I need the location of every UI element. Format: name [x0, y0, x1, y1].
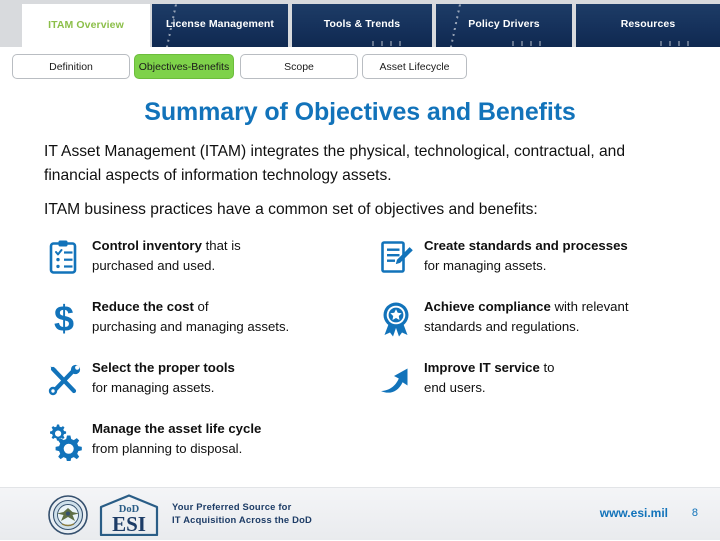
benefit-item-select-tools: Select the proper tools for managing ass…	[40, 358, 370, 413]
svg-text:ESI: ESI	[112, 512, 146, 536]
page-title: Summary of Objectives and Benefits	[144, 98, 576, 126]
subtab-label: Asset Lifecycle	[379, 60, 450, 73]
slide: ITAM Overview License Management Tools &…	[0, 0, 720, 540]
benefit-text: Reduce the cost of purchasing and managi…	[92, 294, 370, 337]
benefit-item-improve-service: Improve IT service to end users.	[372, 358, 702, 413]
tab-label: Resources	[620, 17, 676, 30]
benefits-column-left: Control inventory that is purchased and …	[40, 236, 370, 480]
award-ribbon-icon	[376, 299, 416, 339]
dotted-line-decoration	[372, 41, 406, 46]
benefit-rest: that is	[201, 238, 241, 253]
document-pencil-icon	[376, 238, 416, 278]
tab-license-management[interactable]: License Management	[152, 4, 288, 47]
benefit-line2: end users.	[424, 380, 486, 395]
tab-policy-drivers[interactable]: Policy Drivers	[436, 4, 572, 47]
tagline-line-1: Your Preferred Source for	[172, 501, 292, 512]
benefit-item-manage-lifecycle: Manage the asset life cycle from plannin…	[40, 419, 370, 474]
benefit-bold: Improve IT service	[424, 360, 540, 375]
benefit-rest: with relevant	[550, 299, 629, 314]
tab-label: Tools & Trends	[323, 17, 401, 30]
benefit-bold: Manage the asset life cycle	[92, 421, 262, 436]
benefit-bold: Reduce the cost	[92, 299, 194, 314]
intro-paragraph-1: IT Asset Management (ITAM) integrates th…	[44, 143, 626, 184]
subtab-objectives-benefits[interactable]: Objectives-Benefits	[134, 54, 234, 79]
tab-itam-overview[interactable]: ITAM Overview	[22, 4, 150, 47]
tagline-line-2: IT Acquisition Across the DoD	[172, 513, 313, 525]
website-link[interactable]: www.esi.mil	[600, 506, 668, 520]
benefit-text: Manage the asset life cycle from plannin…	[92, 416, 370, 459]
svg-text:$: $	[54, 299, 74, 339]
benefit-text: Improve IT service to end users.	[424, 355, 702, 398]
benefit-item-create-standards: Create standards and processes for manag…	[372, 236, 702, 291]
subtab-definition[interactable]: Definition	[12, 54, 130, 79]
dotted-line-decoration	[512, 41, 546, 46]
benefit-bold: Select the proper tools	[92, 360, 235, 375]
benefit-bold: Achieve compliance	[424, 299, 551, 314]
subtab-label: Definition	[49, 60, 93, 73]
intro-paragraph-2: ITAM business practices have a common se…	[44, 201, 538, 218]
intro-text: IT Asset Management (ITAM) integrates th…	[44, 140, 676, 232]
benefit-line2: for managing assets.	[92, 380, 215, 395]
clipboard-checklist-icon	[44, 238, 84, 278]
benefit-line2: from planning to disposal.	[92, 441, 243, 456]
sub-tab-row: Definition Objectives-Benefits Scope Ass…	[0, 47, 720, 86]
benefit-line2: purchasing and managing assets.	[92, 319, 290, 334]
gears-icon	[44, 421, 84, 462]
benefits-column-right: Create standards and processes for manag…	[372, 236, 702, 419]
tab-label: License Management	[166, 17, 274, 30]
benefit-bold: Create standards and processes	[424, 238, 628, 253]
subtab-asset-lifecycle[interactable]: Asset Lifecycle	[362, 54, 467, 79]
benefit-line2: for managing assets.	[424, 258, 547, 273]
benefit-text: Control inventory that is purchased and …	[92, 233, 370, 276]
curved-arrow-up-icon	[376, 360, 416, 400]
benefit-bold: Control inventory	[92, 238, 202, 253]
benefit-rest: to	[539, 360, 555, 375]
tab-resources[interactable]: Resources	[576, 4, 720, 47]
dollar-sign-icon: $	[44, 298, 84, 339]
benefit-text: Create standards and processes for manag…	[424, 233, 702, 276]
dod-seal-icon	[48, 495, 88, 535]
dotted-line-decoration	[447, 4, 463, 47]
benefit-item-reduce-cost: $ Reduce the cost of purchasing and mana…	[40, 297, 370, 352]
tab-label: ITAM Overview	[48, 18, 124, 31]
footer: DoD ESI Your Preferred Source for IT Acq…	[0, 487, 720, 540]
benefit-line2: standards and regulations.	[424, 319, 580, 334]
tab-label: Policy Drivers	[468, 17, 540, 30]
benefit-text: Select the proper tools for managing ass…	[92, 355, 370, 398]
page-number: 8	[691, 507, 698, 519]
benefit-item-control-inventory: Control inventory that is purchased and …	[40, 236, 370, 291]
footer-tagline: Your Preferred Source for IT Acquisition…	[172, 501, 312, 526]
tools-icon	[44, 360, 84, 400]
subtab-scope[interactable]: Scope	[240, 54, 358, 79]
benefit-rest: of	[193, 299, 209, 314]
top-tab-strip: ITAM Overview License Management Tools &…	[0, 0, 720, 47]
dotted-line-decoration	[660, 41, 694, 46]
dod-esi-logo: DoD ESI	[98, 494, 160, 537]
subtab-label: Objectives-Benefits	[138, 60, 230, 73]
benefit-line2: purchased and used.	[92, 258, 216, 273]
tab-tools-trends[interactable]: Tools & Trends	[292, 4, 432, 47]
benefit-item-achieve-compliance: Achieve compliance with relevant standar…	[372, 297, 702, 352]
benefit-text: Achieve compliance with relevant standar…	[424, 294, 702, 337]
subtab-label: Scope	[284, 60, 314, 73]
